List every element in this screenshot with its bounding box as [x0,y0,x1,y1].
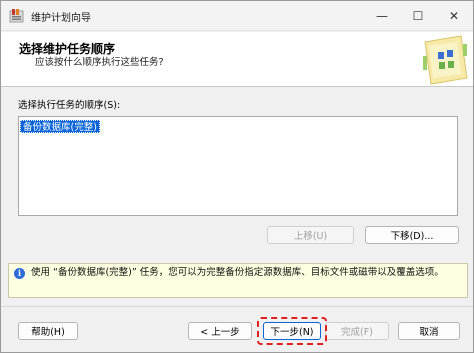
task-hint-panel: i 使用 “备份数据库(完整)” 任务，您可以为完整备份指定源数据库、目标文件或… [8,263,468,298]
wizard-app-icon [9,8,24,23]
move-down-button[interactable]: 下移(D)... [365,226,459,244]
maximize-button[interactable]: ☐ [400,1,436,30]
back-button[interactable]: < 上一步 [188,322,252,340]
maintenance-plan-wizard-window: 维护计划向导 — ☐ ✕ 选择维护任务顺序 应该按什么顺序执行这些任务? 选择执… [0,0,474,353]
minimize-button[interactable]: — [364,1,400,30]
wizard-header: 选择维护任务顺序 应该按什么顺序执行这些任务? [1,32,473,87]
next-button-highlight [257,317,327,345]
cancel-button[interactable]: 取消 [398,322,460,340]
list-item[interactable]: 备份数据库(完整) [20,120,100,133]
page-subtitle: 应该按什么顺序执行这些任务? [35,57,164,68]
task-order-listbox[interactable]: 备份数据库(完整) [18,116,458,216]
task-order-label: 选择执行任务的顺序(S): [18,100,121,111]
title-bar: 维护计划向导 — ☐ ✕ [1,1,473,31]
help-button[interactable]: 帮助(H) [18,322,78,340]
footer-divider [1,306,473,307]
hint-text: 使用 “备份数据库(完整)” 任务，您可以为完整备份指定源数据库、目标文件或磁带… [31,267,444,278]
window-title: 维护计划向导 [31,13,91,24]
wizard-illustration-icon [421,34,469,86]
move-up-button[interactable]: 上移(U) [267,226,354,244]
info-icon: i [14,268,25,279]
close-button[interactable]: ✕ [436,1,472,30]
finish-button[interactable]: 完成(F) [325,322,389,340]
